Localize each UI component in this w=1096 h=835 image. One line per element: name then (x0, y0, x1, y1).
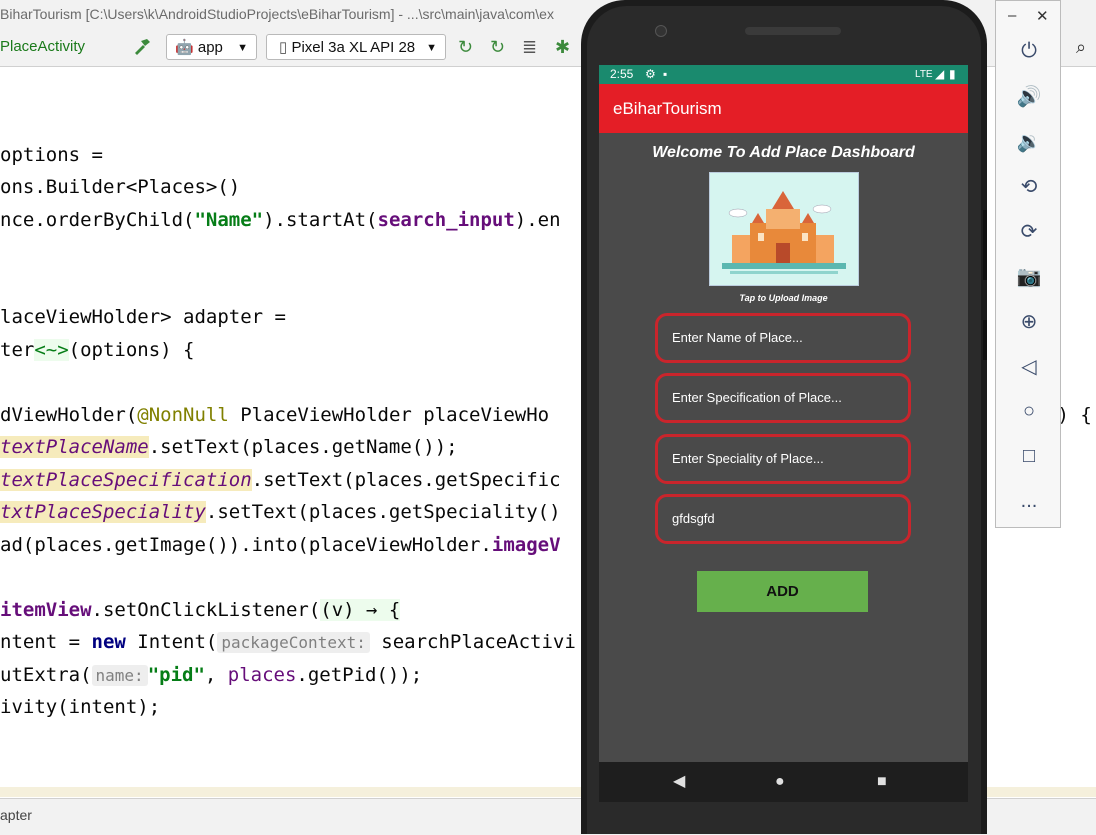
code-line: options = (0, 144, 103, 166)
add-button[interactable]: ADD (697, 571, 868, 612)
sd-card-icon: ▪ (663, 67, 668, 81)
code-line: ivity(intent); (0, 696, 161, 718)
apply-code-changes-icon[interactable]: ↻ (490, 28, 505, 66)
code-line: textPlaceName.setText(places.getName()); (0, 436, 458, 458)
activity-breadcrumb[interactable]: PlaceActivity (0, 28, 85, 66)
emulator-controls-panel: – ✕ ⏻ 🔊 🔉 ⟲ ⟳ 📷 ⊕ ◁ ○ □ ... (995, 0, 1061, 528)
volume-down-icon[interactable]: 🔉 (1014, 126, 1044, 156)
code-line: textPlaceSpecification.setText(places.ge… (0, 469, 561, 491)
overview-icon[interactable]: □ (1014, 441, 1044, 471)
app-title: eBiharTourism (613, 99, 722, 118)
chevron-down-icon: ▼ (426, 42, 437, 54)
speaker-grille (745, 27, 841, 35)
window-title: BiharTourism [C:\Users\k\AndroidStudioPr… (0, 6, 554, 22)
phone-side-key (983, 320, 987, 360)
device-dropdown[interactable]: ▯ Pixel 3a XL API 28 ▼ (266, 34, 446, 60)
code-line: nce.orderByChild("Name").startAt(search_… (0, 209, 561, 231)
power-icon[interactable]: ⏻ (1014, 36, 1044, 66)
back-icon[interactable]: ◁ (1014, 351, 1044, 381)
run-config-dropdown[interactable]: 🤖 app ▼ (166, 34, 257, 60)
upload-image-caption: Tap to Upload Image (739, 293, 828, 303)
camera-icon[interactable]: 📷 (1014, 261, 1044, 291)
nav-back-icon[interactable]: ◀ (673, 762, 685, 802)
code-line: ter<~>(options) { (0, 339, 195, 361)
city-illustration (710, 173, 858, 285)
nav-recents-icon[interactable]: ■ (877, 762, 887, 802)
minimize-icon[interactable]: – (1008, 7, 1016, 24)
debug-bug-icon[interactable]: ✱ (555, 28, 570, 66)
search-icon[interactable]: ⌕ (1076, 28, 1086, 66)
code-line: ntent = new Intent(packageContext: searc… (0, 631, 576, 653)
phone-icon: ▯ (279, 39, 288, 56)
rotate-right-icon[interactable]: ⟳ (1014, 216, 1044, 246)
android-icon: 🤖 (175, 39, 194, 56)
fourth-input[interactable]: gfdsgfd (655, 494, 911, 544)
apply-changes-icon[interactable]: ↻ (458, 28, 473, 66)
android-nav-bar: ◀ ● ■ (599, 762, 968, 802)
upload-image-button[interactable] (709, 172, 859, 286)
fourth-input-value: gfdsgfd (672, 511, 715, 526)
chevron-down-icon: ▼ (237, 42, 248, 54)
phone-screen: 2:55 ⚙ ▪ LTE ◢ ▮ eBiharTourism Welcome T… (599, 65, 968, 762)
battery-icon: ▮ (949, 67, 956, 81)
status-time: 2:55 (610, 67, 634, 81)
zoom-icon[interactable]: ⊕ (1014, 306, 1044, 336)
place-speciality-input[interactable]: Enter Speciality of Place... (655, 434, 911, 484)
network-type: LTE (915, 69, 933, 80)
code-line: laceViewHolder> adapter = (0, 306, 286, 328)
code-line: txtPlaceSpeciality.setText(places.getSpe… (0, 501, 561, 523)
rotate-left-icon[interactable]: ⟲ (1014, 171, 1044, 201)
status-text: apter (0, 807, 32, 823)
nav-home-icon[interactable]: ● (775, 762, 785, 802)
place-speciality-placeholder: Enter Speciality of Place... (672, 451, 824, 466)
place-name-placeholder: Enter Name of Place... (672, 330, 803, 345)
code-line: itemView.setOnClickListener((v) → { (0, 599, 401, 621)
front-camera-icon (655, 25, 667, 37)
code-line: utExtra(name: "pid", places.getPid()); (0, 664, 423, 686)
run-config-label: app (197, 39, 223, 56)
more-options-icon[interactable]: ... (1014, 486, 1044, 516)
device-label: Pixel 3a XL API 28 (291, 39, 416, 56)
settings-gear-icon: ⚙ (645, 67, 656, 81)
phone-side-key (983, 210, 987, 280)
place-name-input[interactable]: Enter Name of Place... (655, 313, 911, 363)
android-status-bar: 2:55 ⚙ ▪ LTE ◢ ▮ (599, 65, 968, 84)
dashboard-title: Welcome To Add Place Dashboard (652, 144, 915, 161)
home-icon[interactable]: ○ (1014, 396, 1044, 426)
build-hammer-icon[interactable] (132, 28, 152, 66)
code-line: dViewHolder(@NonNull PlaceViewHolder pla… (0, 404, 550, 426)
place-specification-placeholder: Enter Specification of Place... (672, 390, 842, 405)
volume-up-icon[interactable]: 🔊 (1014, 81, 1044, 111)
code-line: ad(places.getImage()).into(placeViewHold… (0, 534, 561, 556)
place-specification-input[interactable]: Enter Specification of Place... (655, 373, 911, 423)
app-bar: eBiharTourism (599, 84, 968, 133)
logcat-icon[interactable]: ≣ (522, 28, 537, 66)
close-icon[interactable]: ✕ (1036, 7, 1049, 25)
signal-icon: ◢ (935, 67, 945, 81)
code-line: ons.Builder<Places>() (0, 176, 241, 198)
